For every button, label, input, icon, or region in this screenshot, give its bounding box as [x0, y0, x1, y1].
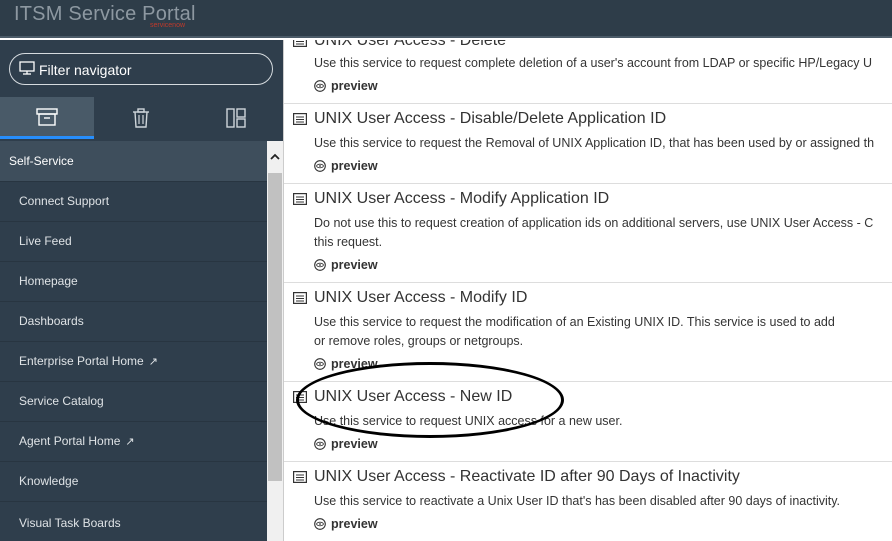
tab-history[interactable]	[188, 97, 283, 139]
app: ITSM Service Portal servicenow Filter na…	[0, 0, 892, 541]
external-link-icon: ↗	[148, 356, 158, 368]
catalog-item-icon	[293, 391, 307, 403]
catalog-item-title[interactable]: UNIX User Access - New ID	[314, 388, 512, 406]
catalog-item-header: UNIX User Access - Reactivate ID after 9…	[293, 468, 740, 486]
nav-item-label: Dashboards	[19, 314, 84, 328]
monitor-icon	[19, 61, 35, 75]
eye-icon	[314, 160, 326, 172]
filter-navigator-input[interactable]: Filter navigator	[9, 53, 273, 85]
nav-item-enterprise-portal-home[interactable]: Enterprise Portal Home ↗	[0, 341, 267, 381]
nav-item-label: Connect Support	[19, 194, 110, 208]
nav-item-visual-task-boards[interactable]: Visual Task Boards	[0, 501, 267, 541]
tab-favorites[interactable]	[94, 97, 188, 139]
catalog-item-icon	[293, 193, 307, 205]
preview-link[interactable]: preview	[314, 437, 378, 451]
catalog-item-description: Use this service to request complete del…	[314, 56, 872, 70]
catalog-item-title[interactable]: UNIX User Access - Disable/Delete Applic…	[314, 110, 666, 128]
nav-item-live-feed[interactable]: Live Feed	[0, 221, 267, 261]
archive-icon	[36, 107, 58, 126]
catalog-item-title[interactable]: UNIX User Access - Modify Application ID	[314, 190, 609, 208]
catalog-item-description: Use this service to reactivate a Unix Us…	[314, 494, 841, 508]
catalog-item-description: this request.	[314, 235, 383, 249]
scroll-thumb[interactable]	[268, 173, 282, 481]
catalog-item-header: UNIX User Access - Modify Application ID	[293, 190, 609, 208]
catalog-item-title[interactable]: UNIX User Access - Delete	[314, 40, 506, 50]
preview-label: preview	[331, 159, 378, 173]
catalog-item-icon	[293, 113, 307, 125]
catalog-item-description: Use this service to request UNIX access …	[314, 414, 623, 428]
eye-icon	[314, 80, 326, 92]
scroll-up-button[interactable]	[267, 141, 283, 171]
brand-subtitle: servicenow	[150, 22, 186, 29]
eye-icon	[314, 438, 326, 450]
catalog-item-header: UNIX User Access - Disable/Delete Applic…	[293, 110, 666, 128]
catalog-item[interactable]: UNIX User Access - Modify Application ID…	[284, 184, 892, 283]
navigator-scrollbar[interactable]	[267, 141, 283, 541]
catalog-item-title[interactable]: UNIX User Access - Reactivate ID after 9…	[314, 468, 740, 486]
nav-item-dashboards[interactable]: Dashboards	[0, 301, 267, 341]
catalog-item-header: UNIX User Access - Modify ID	[293, 289, 527, 307]
eye-icon	[314, 358, 326, 370]
nav-item-label: Homepage	[19, 274, 78, 288]
preview-link[interactable]: preview	[314, 258, 378, 272]
layout-icon	[225, 108, 246, 128]
chevron-up-icon	[270, 153, 280, 160]
preview-link[interactable]: preview	[314, 517, 378, 531]
preview-label: preview	[331, 437, 378, 451]
catalog-item-description: Use this service to request the Removal …	[314, 136, 875, 150]
nav-item-service-catalog[interactable]: Service Catalog	[0, 381, 267, 421]
catalog-item[interactable]: UNIX User Access - Delete Use this servi…	[284, 40, 892, 104]
eye-icon	[314, 259, 326, 271]
preview-label: preview	[331, 357, 378, 371]
catalog-item[interactable]: UNIX User Access - Modify ID Use this se…	[284, 283, 892, 382]
catalog-item-description: Do not use this to request creation of a…	[314, 216, 874, 230]
catalog-item-title[interactable]: UNIX User Access - Modify ID	[314, 289, 527, 307]
catalog-item-description: or remove roles, groups or netgroups.	[314, 334, 524, 348]
nav-item-homepage[interactable]: Homepage	[0, 261, 267, 301]
catalog-item-icon	[293, 40, 307, 47]
preview-link[interactable]: preview	[314, 159, 378, 173]
preview-label: preview	[331, 79, 378, 93]
catalog-item[interactable]: UNIX User Access - Disable/Delete Applic…	[284, 104, 892, 184]
top-banner: ITSM Service Portal servicenow	[0, 0, 892, 38]
trash-icon	[133, 108, 149, 128]
nav-item-connect-support[interactable]: Connect Support	[0, 181, 267, 221]
nav-item-label: Service Catalog	[19, 394, 104, 408]
eye-icon	[314, 518, 326, 530]
catalog-content: UNIX User Access - Delete Use this servi…	[283, 40, 892, 541]
filter-navigator-placeholder: Filter navigator	[39, 62, 132, 78]
nav-item-knowledge[interactable]: Knowledge	[0, 461, 267, 501]
navigator-menu: Self-Service Connect Support Live Feed H…	[0, 141, 267, 541]
nav-item-agent-portal-home[interactable]: Agent Portal Home ↗	[0, 421, 267, 461]
external-link-icon: ↗	[125, 436, 135, 448]
section-self-service[interactable]: Self-Service	[0, 141, 267, 181]
catalog-item-icon	[293, 471, 307, 483]
catalog-item-header: UNIX User Access - New ID	[293, 388, 512, 406]
preview-label: preview	[331, 258, 378, 272]
nav-item-label: Visual Task Boards	[19, 516, 121, 530]
nav-item-label: Agent Portal Home	[19, 434, 121, 448]
preview-label: preview	[331, 517, 378, 531]
catalog-item-header: UNIX User Access - Delete	[293, 40, 506, 50]
catalog-item[interactable]: UNIX User Access - Reactivate ID after 9…	[284, 462, 892, 541]
navigator-tabs	[0, 97, 283, 139]
sidebar: Filter navigator Self-Service Connect Su…	[0, 40, 283, 541]
catalog-item-description: Use this service to request the modifica…	[314, 315, 835, 329]
catalog-item-icon	[293, 292, 307, 304]
catalog-item[interactable]: UNIX User Access - New ID Use this servi…	[284, 382, 892, 462]
nav-item-label: Enterprise Portal Home	[19, 354, 144, 368]
preview-link[interactable]: preview	[314, 357, 378, 371]
preview-link[interactable]: preview	[314, 79, 378, 93]
tab-all-applications[interactable]	[0, 97, 94, 139]
nav-item-label: Live Feed	[19, 234, 72, 248]
nav-item-label: Knowledge	[19, 474, 79, 488]
